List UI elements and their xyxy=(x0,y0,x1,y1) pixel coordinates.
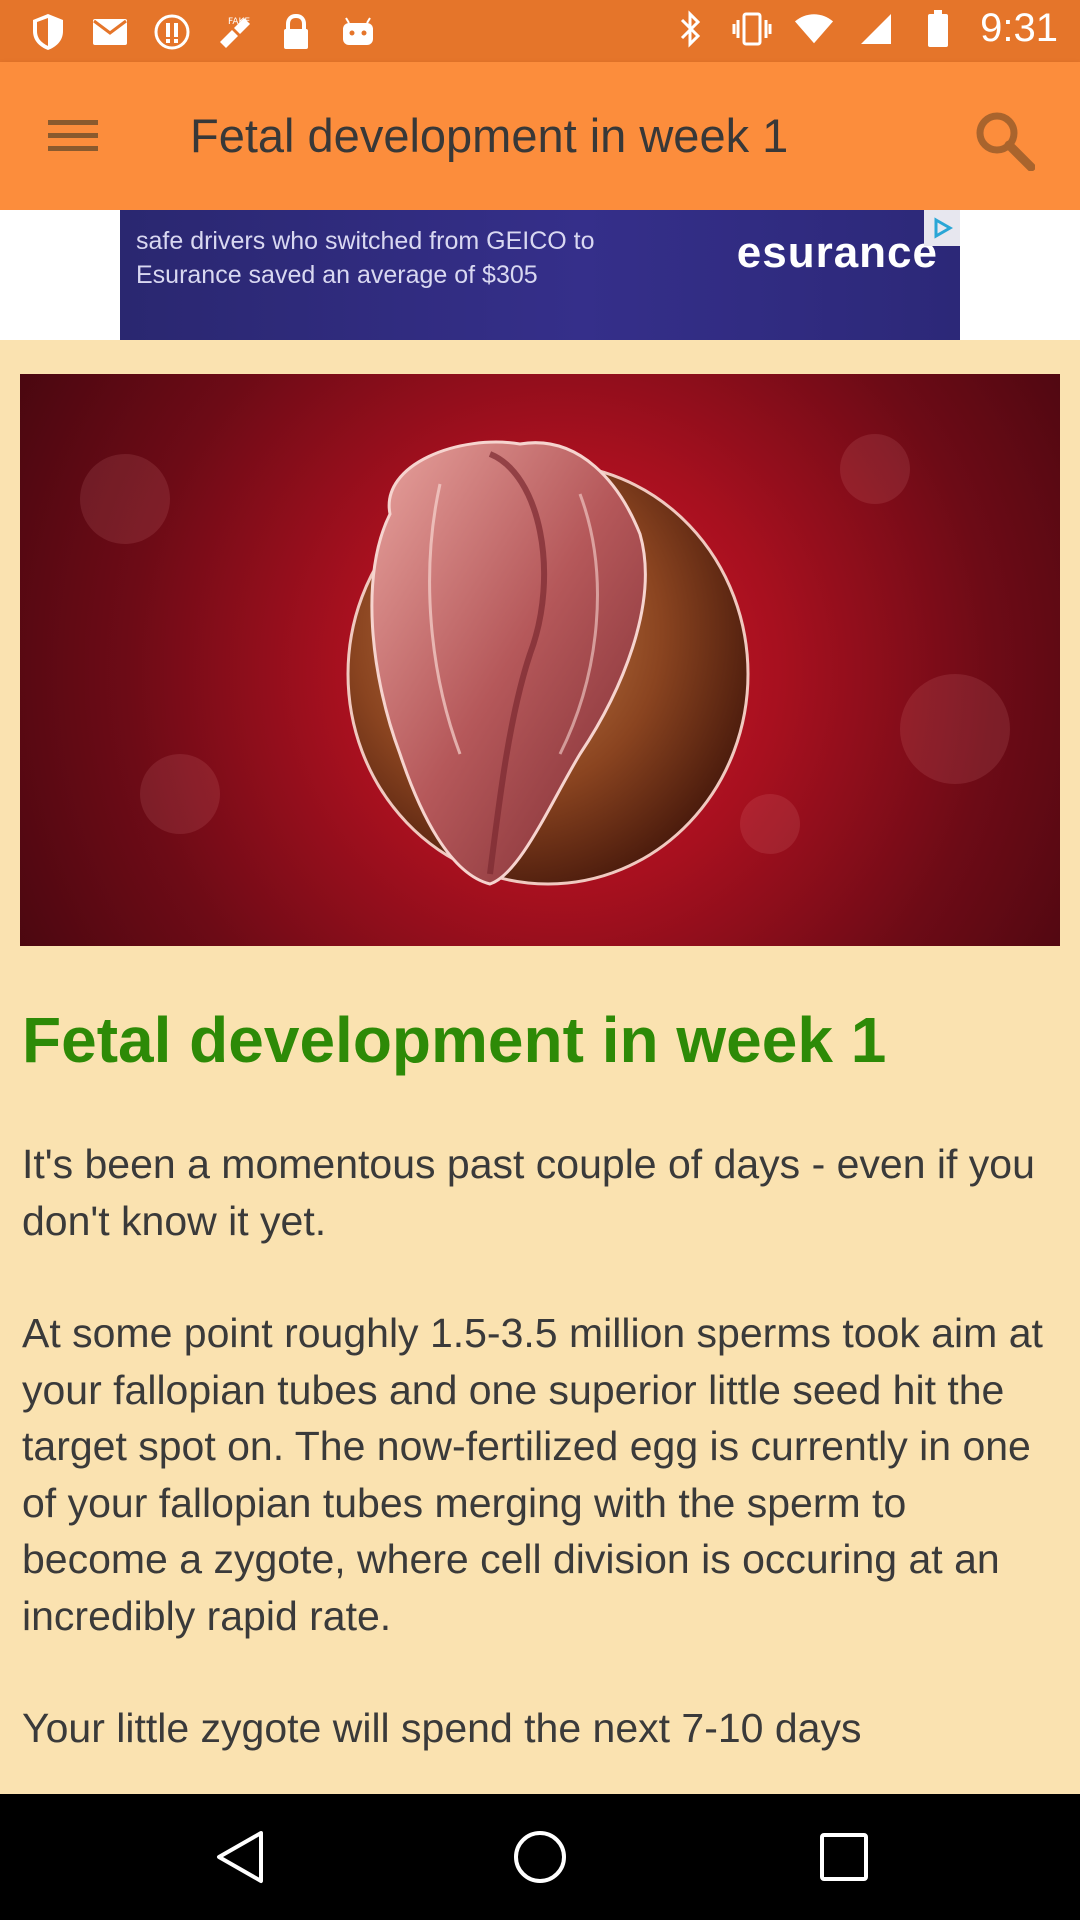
menu-icon[interactable] xyxy=(40,106,106,166)
article-paragraph: At some point roughly 1.5-3.5 million sp… xyxy=(22,1310,1043,1639)
wifi-icon xyxy=(794,9,834,49)
adchoices-icon[interactable] xyxy=(924,210,960,246)
shield-icon xyxy=(28,12,68,52)
ad-banner[interactable]: safe drivers who switched from GEICO to … xyxy=(120,210,960,340)
article-paragraph: It's been a momentous past couple of day… xyxy=(22,1141,1035,1244)
ad-brand: esurance xyxy=(736,228,938,277)
article-paragraph: Your little zygote will spend the next 7… xyxy=(22,1705,862,1751)
signal-icon xyxy=(856,9,896,49)
vibrate-icon xyxy=(732,9,772,49)
embryo-illustration xyxy=(20,374,1060,946)
bluetooth-icon xyxy=(670,9,710,49)
lock-icon xyxy=(276,12,316,52)
clock-time: 9:31 xyxy=(980,6,1058,50)
embryo-graphic xyxy=(346,440,750,886)
android-icon xyxy=(338,12,378,52)
home-icon[interactable] xyxy=(510,1827,570,1887)
article-body: It's been a momentous past couple of day… xyxy=(22,1136,1062,1794)
search-icon[interactable] xyxy=(964,100,1044,180)
svg-text:FAKE: FAKE xyxy=(228,17,250,27)
back-icon[interactable] xyxy=(210,1827,270,1887)
battery-icon xyxy=(918,9,958,49)
navigation-bar xyxy=(0,1794,1080,1920)
ad-text: safe drivers who switched from GEICO to … xyxy=(136,227,595,289)
article-title: Fetal development in week 1 xyxy=(22,1004,887,1076)
status-bar: FAKE 9:31 xyxy=(0,0,1080,62)
app-bar: Fetal development in week 1 xyxy=(0,62,1080,210)
app-title: Fetal development in week 1 xyxy=(190,109,789,162)
alert-icon xyxy=(152,12,192,52)
mail-icon xyxy=(90,12,130,52)
ad-strip: safe drivers who switched from GEICO to … xyxy=(0,210,1080,340)
fake-gps-icon: FAKE xyxy=(214,12,254,52)
recents-icon[interactable] xyxy=(814,1827,874,1887)
